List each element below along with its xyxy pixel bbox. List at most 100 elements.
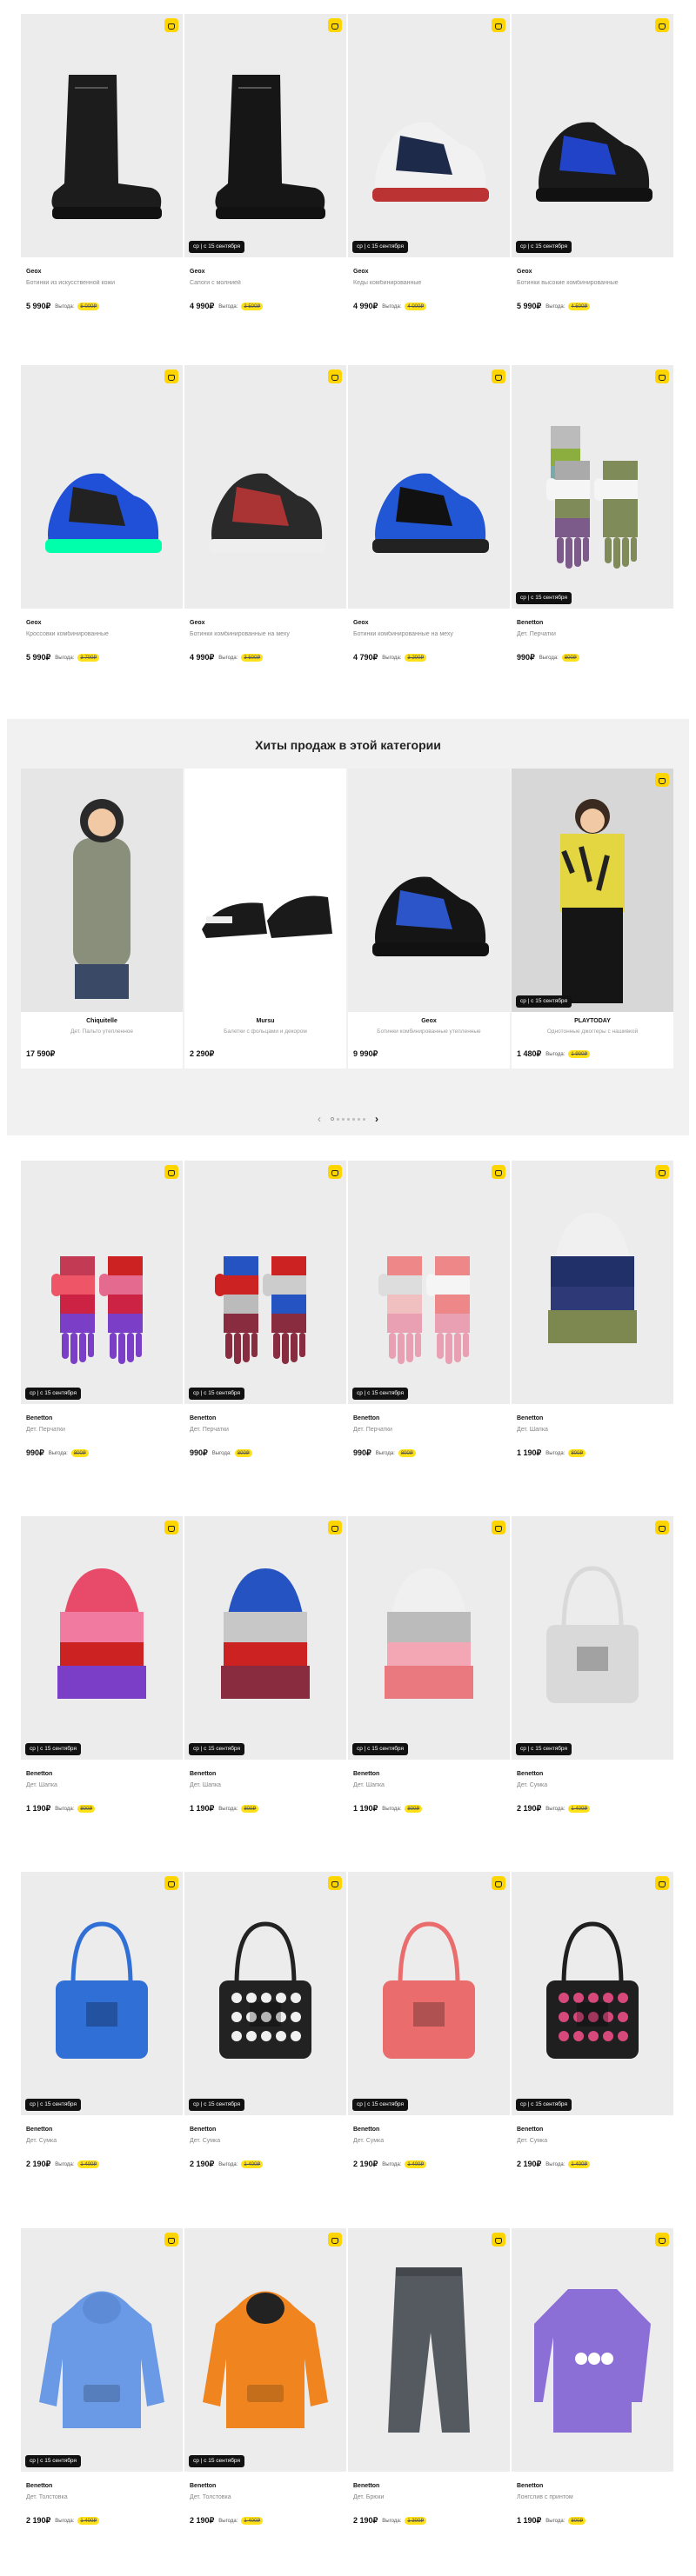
product-image[interactable] — [348, 2228, 510, 2472]
product-image[interactable] — [184, 365, 346, 609]
shopping-bag-icon[interactable] — [655, 1876, 669, 1890]
bestseller-card[interactable]: Geox Ботинки комбинированные утепленные … — [348, 769, 510, 1068]
pager-dot[interactable] — [352, 1117, 355, 1121]
product-card[interactable]: ср | с 15 сентября Benetton Дет. Перчатк… — [512, 365, 673, 713]
product-image[interactable]: ср | с 15 сентября — [21, 1161, 183, 1404]
chevron-right-icon[interactable]: › — [368, 1114, 385, 1124]
product-card[interactable]: ср | с 15 сентября Benetton Дет. Сумка 2… — [184, 1872, 346, 2220]
product-name[interactable]: Дет. Сумка — [353, 2138, 505, 2147]
product-image[interactable]: ср | с 15 сентября — [512, 365, 673, 609]
shopping-bag-icon[interactable] — [492, 1876, 505, 1890]
product-brand[interactable]: Geox — [353, 269, 505, 277]
product-brand[interactable]: Geox — [26, 269, 177, 277]
product-image[interactable]: ср | с 15 сентября — [512, 1516, 673, 1760]
bestseller-card[interactable]: Chiquitelle Дет. Пальто утепленное 17 59… — [21, 769, 183, 1068]
bestseller-card[interactable]: ср | с 15 сентября PLAYTODAY Однотонные … — [512, 769, 673, 1068]
product-name[interactable]: Кеды комбинированные — [353, 280, 505, 289]
product-card[interactable]: ср | с 15 сентября Benetton Дет. Шапка 1… — [348, 1516, 510, 1864]
shopping-bag-icon[interactable] — [328, 1165, 342, 1179]
product-name[interactable]: Ботинки комбинированные утепленные — [348, 1028, 510, 1036]
product-image[interactable]: ср | с 15 сентября — [348, 1872, 510, 2115]
pager-dot[interactable] — [337, 1117, 339, 1121]
product-card[interactable]: ср | с 15 сентября Benetton Дет. Перчатк… — [184, 1161, 346, 1508]
product-card[interactable]: ср | с 15 сентября Geox Ботинки высокие … — [512, 14, 673, 362]
product-card[interactable]: Geox Кроссовки комбинированные 5 990₽ Вы… — [21, 365, 183, 713]
product-image[interactable]: ср | с 15 сентября — [348, 1516, 510, 1760]
product-image[interactable]: ср | с 15 сентября — [184, 1161, 346, 1404]
product-brand[interactable]: Benetton — [353, 2483, 505, 2492]
product-image[interactable] — [21, 365, 183, 609]
pager-dot[interactable] — [363, 1117, 365, 1121]
shopping-bag-icon[interactable] — [655, 2233, 669, 2247]
product-brand[interactable]: Geox — [517, 269, 668, 277]
product-name[interactable]: Дет. Толстовка — [190, 2494, 341, 2503]
product-brand[interactable]: Benetton — [26, 2483, 177, 2492]
product-card[interactable]: Geox Ботинки комбинированные на меху 4 7… — [348, 365, 510, 713]
product-brand[interactable]: Benetton — [353, 2127, 505, 2135]
product-image[interactable]: ср | с 15 сентября — [348, 14, 510, 257]
product-card[interactable]: ср | с 15 сентября Benetton Дет. Сумка 2… — [512, 1516, 673, 1864]
product-name[interactable]: Дет. Пальто утепленное — [21, 1028, 183, 1036]
product-brand[interactable]: Mursu — [184, 1018, 346, 1026]
product-image[interactable] — [348, 365, 510, 609]
product-name[interactable]: Однотонные джоггеры с нашивкой — [512, 1028, 673, 1036]
shopping-bag-icon[interactable] — [655, 1521, 669, 1534]
chevron-left-icon[interactable]: ‹ — [311, 1114, 328, 1124]
shopping-bag-icon[interactable] — [164, 2233, 178, 2247]
shopping-bag-icon[interactable] — [328, 1876, 342, 1890]
product-brand[interactable]: Geox — [190, 620, 341, 629]
product-image[interactable]: ср | с 15 сентября — [21, 1872, 183, 2115]
shopping-bag-icon[interactable] — [492, 2233, 505, 2247]
pager-dot[interactable] — [347, 1117, 350, 1121]
product-brand[interactable]: Benetton — [517, 2127, 668, 2135]
product-name[interactable]: Дет. Сумка — [190, 2138, 341, 2147]
product-brand[interactable]: Benetton — [517, 1771, 668, 1780]
product-card[interactable]: ср | с 15 сентября Benetton Дет. Толстов… — [21, 2228, 183, 2576]
product-brand[interactable]: Benetton — [26, 2127, 177, 2135]
product-card[interactable]: ср | с 15 сентября Benetton Дет. Шапка 1… — [184, 1516, 346, 1864]
product-name[interactable]: Кроссовки комбинированные — [26, 631, 177, 640]
product-name[interactable]: Сапоги с молнией — [190, 280, 341, 289]
shopping-bag-icon[interactable] — [164, 369, 178, 383]
product-image[interactable]: ср | с 15 сентября — [21, 1516, 183, 1760]
product-brand[interactable]: Benetton — [517, 2483, 668, 2492]
product-name[interactable]: Дет. Сумка — [517, 1782, 668, 1791]
product-brand[interactable]: Geox — [348, 1018, 510, 1026]
product-name[interactable]: Ботинки из искусственной кожи — [26, 280, 177, 289]
product-image[interactable] — [512, 1161, 673, 1404]
product-image[interactable] — [21, 14, 183, 257]
product-name[interactable]: Ботинки комбинированные на меху — [190, 631, 341, 640]
product-card[interactable]: ср | с 15 сентября Benetton Дет. Шапка 1… — [21, 1516, 183, 1864]
product-image[interactable] — [512, 2228, 673, 2472]
shopping-bag-icon[interactable] — [328, 369, 342, 383]
product-name[interactable]: Дет. Перчатки — [353, 1427, 505, 1435]
product-image[interactable]: ср | с 15 сентября — [184, 1516, 346, 1760]
product-card[interactable]: ср | с 15 сентября Benetton Дет. Перчатк… — [21, 1161, 183, 1508]
product-image[interactable]: ср | с 15 сентября — [184, 1872, 346, 2115]
product-brand[interactable]: Chiquitelle — [21, 1018, 183, 1026]
product-image[interactable] — [348, 769, 510, 1012]
product-image[interactable] — [21, 769, 183, 1012]
product-image[interactable] — [184, 769, 346, 1012]
product-brand[interactable]: Benetton — [353, 1771, 505, 1780]
pager-dot[interactable] — [342, 1117, 345, 1121]
bestseller-card[interactable]: Mursu Балетки с фольцами и декором 2 290… — [184, 769, 346, 1068]
product-name[interactable]: Дет. Перчатки — [26, 1427, 177, 1435]
product-brand[interactable]: Benetton — [26, 1415, 177, 1424]
product-brand[interactable]: Benetton — [190, 2127, 341, 2135]
product-name[interactable]: Дет. Шапка — [517, 1427, 668, 1435]
product-name[interactable]: Ботинки высокие комбинированные — [517, 280, 668, 289]
product-name[interactable]: Дет. Сумка — [517, 2138, 668, 2147]
shopping-bag-icon[interactable] — [655, 369, 669, 383]
product-card[interactable]: Benetton Дет. Брюки 2 190₽ Выгода: 1 300… — [348, 2228, 510, 2576]
product-name[interactable]: Дет. Перчатки — [190, 1427, 341, 1435]
product-name[interactable]: Дет. Шапка — [353, 1782, 505, 1791]
shopping-bag-icon[interactable] — [164, 1521, 178, 1534]
product-brand[interactable]: Benetton — [190, 1771, 341, 1780]
shopping-bag-icon[interactable] — [164, 1165, 178, 1179]
product-card[interactable]: ср | с 15 сентября Benetton Дет. Сумка 2… — [348, 1872, 510, 2220]
shopping-bag-icon[interactable] — [164, 18, 178, 32]
product-name[interactable]: Дет. Перчатки — [517, 631, 668, 640]
product-brand[interactable]: Benetton — [190, 1415, 341, 1424]
product-card[interactable]: ср | с 15 сентября Benetton Дет. Сумка 2… — [21, 1872, 183, 2220]
